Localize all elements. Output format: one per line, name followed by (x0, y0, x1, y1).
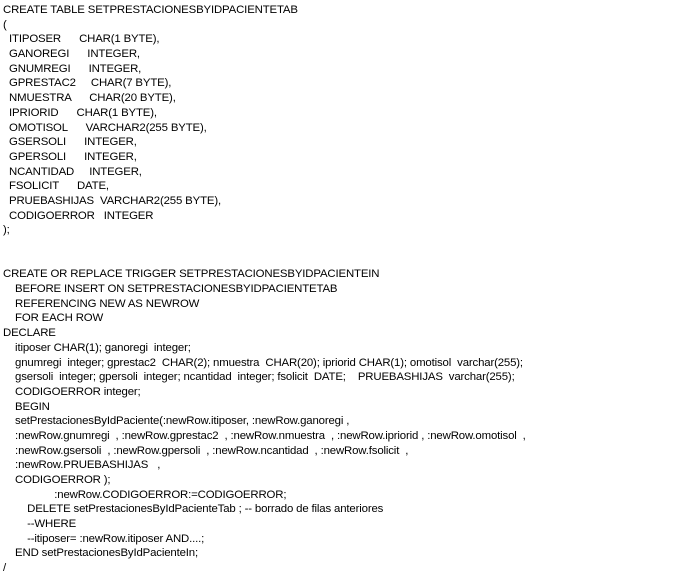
code-line: NMUESTRA CHAR(20 BYTE), (3, 92, 176, 105)
code-line: CREATE TABLE SETPRESTACIONESBYIDPACIENTE… (3, 4, 298, 16)
code-line: GSERSOLI INTEGER, (3, 136, 137, 149)
code-line: itiposer CHAR(1); ganoregi integer; (3, 341, 191, 354)
code-line: :newRow.CODIGOERROR:=CODIGOERROR; (3, 488, 287, 501)
code-line: gsersoli integer; gpersoli integer; ncan… (3, 371, 515, 384)
code-line: IPRIORID CHAR(1 BYTE), (3, 106, 157, 119)
code-line: GPRESTAC2 CHAR(7 BYTE), (3, 77, 172, 90)
code-line: CODIGOERROR integer; (3, 385, 141, 398)
code-line: CREATE OR REPLACE TRIGGER SETPRESTACIONE… (3, 268, 380, 281)
code-line: :newRow.gnumregi , :newRow.gprestac2 , :… (3, 429, 526, 442)
code-line: --WHERE (3, 518, 77, 531)
code-line: END setPrestacionesByIdPacienteIn; (3, 547, 198, 560)
code-line: REFERENCING NEW AS NEWROW (3, 297, 200, 310)
code-line: :newRow.gsersoli , :newRow.gpersoli , :n… (3, 444, 409, 457)
code-line: DECLARE (3, 327, 56, 340)
code-line: ITIPOSER CHAR(1 BYTE), (3, 33, 160, 46)
code-line: CODIGOERROR INTEGER (3, 209, 154, 222)
code-line: DELETE setPrestacionesByIdPacienteTab ; … (3, 503, 384, 516)
sql-code-document: CREATE TABLE SETPRESTACIONESBYIDPACIENTE… (3, 3, 685, 576)
code-line: GANOREGI INTEGER, (3, 48, 140, 61)
code-line: FSOLICIT DATE, (3, 180, 109, 193)
code-line: GPERSOLI INTEGER, (3, 150, 137, 163)
code-line: PRUEBASHIJAS VARCHAR2(255 BYTE), (3, 194, 221, 207)
code-line: ); (3, 224, 10, 237)
code-line: gnumregi integer; gprestac2 CHAR(2); nmu… (3, 356, 523, 369)
code-line: BEFORE INSERT ON SETPRESTACIONESBYIDPACI… (3, 283, 338, 296)
code-line: / (3, 562, 7, 575)
code-line: setPrestacionesByIdPaciente(:newRow.itip… (3, 415, 350, 428)
code-line: FOR EACH ROW (3, 312, 104, 325)
code-line: :newRow.PRUEBASHIJAS , (3, 459, 161, 472)
code-line: --itiposer= :newRow.itiposer AND....; (3, 532, 205, 545)
code-line: BEGIN (3, 400, 50, 413)
code-line: ( (3, 18, 7, 31)
code-line: GNUMREGI INTEGER, (3, 62, 142, 75)
code-line: OMOTISOL VARCHAR2(255 BYTE), (3, 121, 207, 134)
code-line: NCANTIDAD INTEGER, (3, 165, 142, 178)
code-line: CODIGOERROR ); (3, 474, 111, 486)
